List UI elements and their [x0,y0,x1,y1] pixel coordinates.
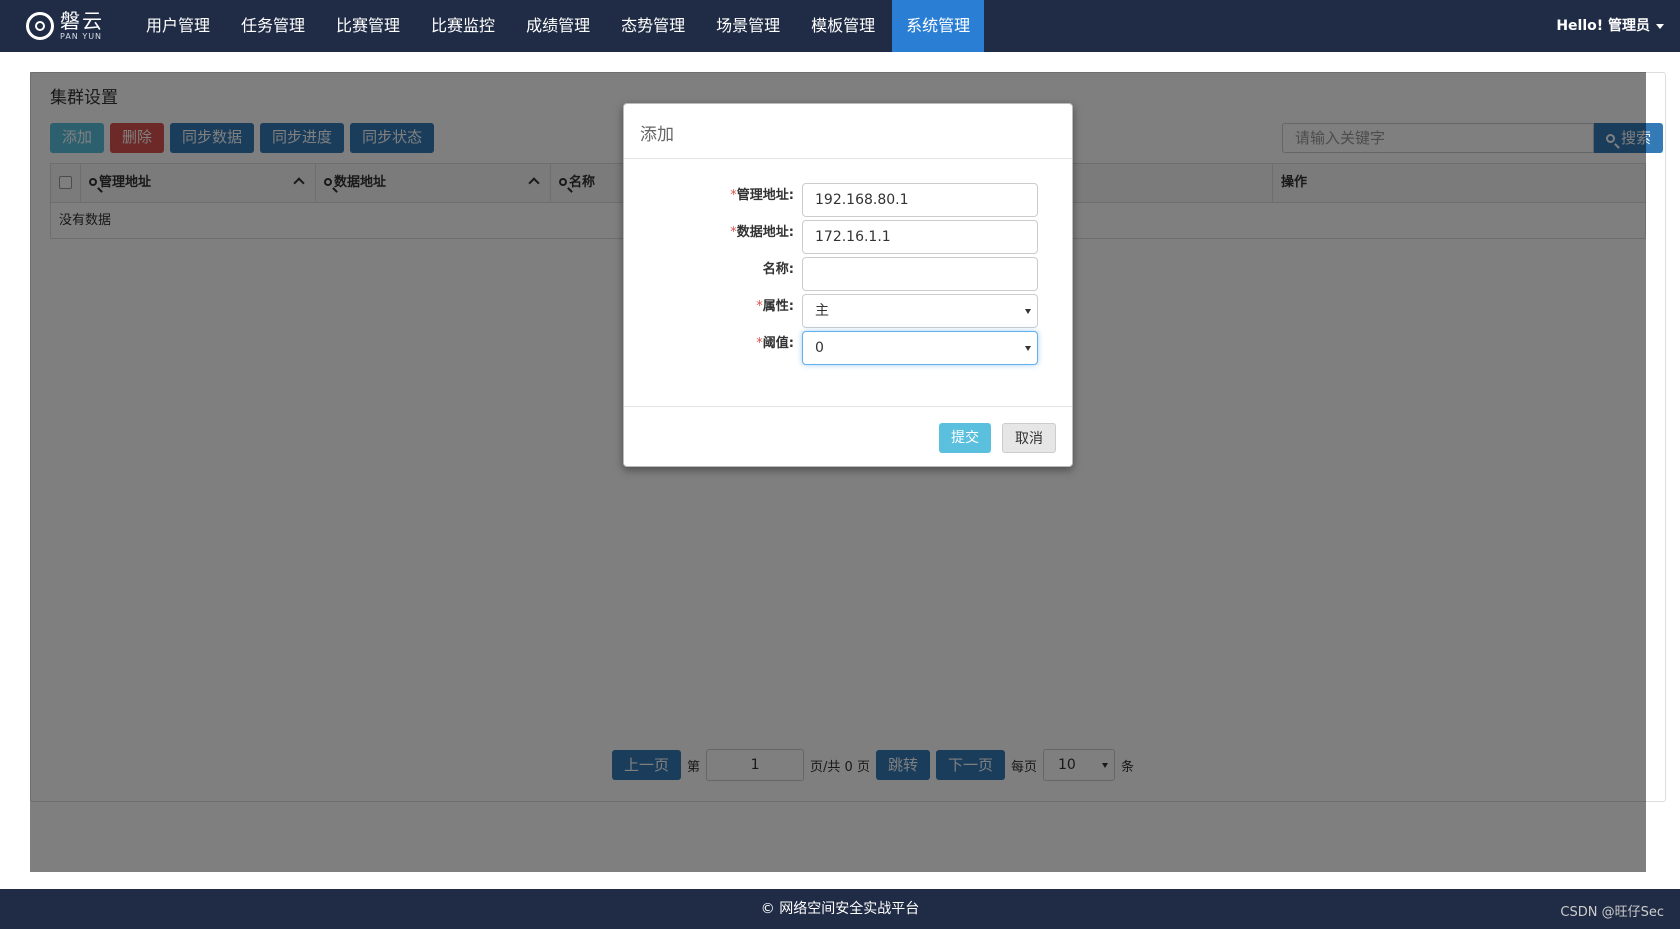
form-row-mgmt-address: *管理地址: 192.168.80.1 [624,183,1072,217]
dialog-title: 添加 [624,104,1072,159]
watermark: CSDN @旺仔Sec [1560,905,1664,920]
mgmt-address-label: *管理地址: [730,188,794,203]
nav-item-tasks[interactable]: 任务管理 [227,0,319,52]
submit-button[interactable]: 提交 [939,423,991,453]
nav-item-scores[interactable]: 成绩管理 [512,0,604,52]
cancel-button[interactable]: 取消 [1002,423,1056,453]
name-label: 名称: [762,262,794,277]
brand-logo-icon [26,12,54,40]
add-cluster-dialog: 添加 *管理地址: 192.168.80.1 *数据地址: 172.16.1.1… [623,103,1073,467]
nav-item-templates[interactable]: 模板管理 [797,0,889,52]
nav-item-scenes[interactable]: 场景管理 [702,0,794,52]
form-row-attribute: *属性: 主 [624,294,1072,328]
nav-item-users[interactable]: 用户管理 [132,0,224,52]
brand-name: 磐云 [60,9,104,33]
nav-item-situation[interactable]: 态势管理 [607,0,699,52]
user-greeting: Hello! 管理员 [1556,18,1650,34]
page-footer: © 网络空间安全实战平台 CSDN @旺仔Sec [0,889,1680,929]
chevron-down-icon [1656,23,1664,29]
name-input[interactable] [802,257,1038,291]
nav-item-monitoring[interactable]: 比赛监控 [417,0,509,52]
attribute-label: *属性: [756,299,794,314]
mgmt-address-input[interactable]: 192.168.80.1 [802,183,1038,217]
dialog-form: *管理地址: 192.168.80.1 *数据地址: 172.16.1.1 名称… [624,159,1072,407]
main-nav: 用户管理 任务管理 比赛管理 比赛监控 成绩管理 态势管理 场景管理 模板管理 … [132,0,987,52]
form-row-threshold: *阈值: 0 [624,331,1072,365]
user-menu[interactable]: Hello! 管理员 [1556,0,1664,52]
attribute-select[interactable]: 主 [802,294,1038,328]
dialog-footer: 提交 取消 [624,408,1070,466]
form-row-name: 名称: [624,257,1072,291]
data-address-input[interactable]: 172.16.1.1 [802,220,1038,254]
footer-copyright: © 网络空间安全实战平台 [760,901,920,917]
form-row-data-address: *数据地址: 172.16.1.1 [624,220,1072,254]
threshold-label: *阈值: [756,336,794,351]
data-address-label: *数据地址: [730,225,794,240]
nav-item-competitions[interactable]: 比赛管理 [322,0,414,52]
threshold-select[interactable]: 0 [802,331,1038,365]
top-navbar: 磐云 PAN YUN 用户管理 任务管理 比赛管理 比赛监控 成绩管理 态势管理… [0,0,1680,52]
brand-name-en: PAN YUN [60,32,103,41]
nav-item-system[interactable]: 系统管理 [892,0,985,52]
brand-logo[interactable]: 磐云 PAN YUN [26,10,104,42]
